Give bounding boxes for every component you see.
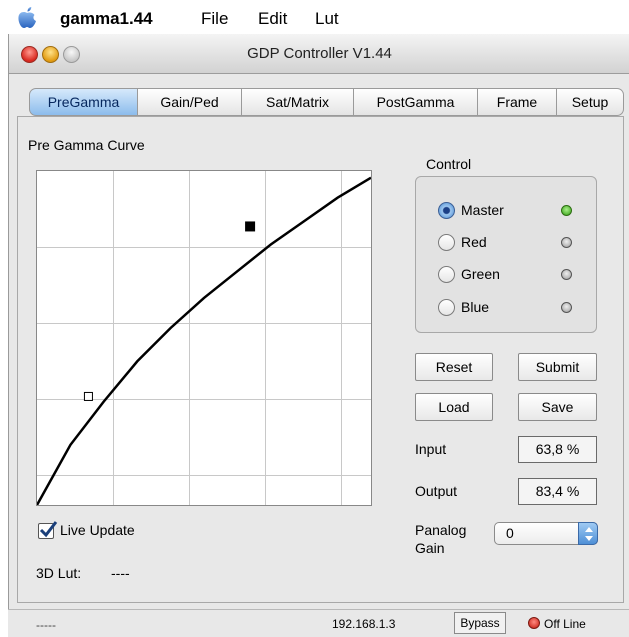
status-message: ----- — [36, 618, 56, 632]
menu-file[interactable]: File — [201, 9, 228, 29]
tab-setup[interactable]: Setup — [557, 88, 624, 116]
live-update-checkbox[interactable] — [38, 521, 58, 539]
load-button[interactable]: Load — [415, 393, 493, 421]
select-arrows-icon[interactable] — [578, 522, 598, 545]
blue-status-led-icon — [561, 302, 572, 313]
green-status-led-icon — [561, 269, 572, 280]
bypass-button[interactable]: Bypass — [454, 612, 506, 634]
curve-title: Pre Gamma Curve — [28, 137, 145, 153]
panalog-gain-value: 0 — [506, 525, 514, 541]
green-radio[interactable] — [438, 266, 455, 283]
submit-button[interactable]: Submit — [518, 353, 597, 381]
checkmark-icon — [39, 521, 58, 538]
input-value-field[interactable]: 63,8 % — [518, 436, 597, 463]
master-radio[interactable] — [438, 202, 455, 219]
app-name-menu[interactable]: gamma1.44 — [60, 9, 153, 29]
blue-label[interactable]: Blue — [461, 299, 489, 315]
output-value-field[interactable]: 83,4 % — [518, 478, 597, 505]
curve-grid — [37, 171, 371, 505]
menu-edit[interactable]: Edit — [258, 9, 287, 29]
output-label: Output — [415, 483, 458, 499]
tab-bar: PreGamma Gain/Ped Sat/Matrix PostGamma F… — [15, 88, 624, 117]
lut-label: 3D Lut: — [36, 565, 82, 581]
red-status-led-icon — [561, 237, 572, 248]
reset-button[interactable]: Reset — [415, 353, 493, 381]
input-label: Input — [415, 441, 447, 457]
window-title: GDP Controller V1.44 — [247, 45, 392, 62]
curve-handle-selected[interactable] — [245, 221, 256, 232]
panalog-gain-select[interactable]: 0 — [494, 522, 598, 545]
ip-address: 192.168.1.3 — [332, 617, 396, 631]
save-button[interactable]: Save — [518, 393, 597, 421]
green-label[interactable]: Green — [461, 266, 500, 282]
master-label[interactable]: Master — [461, 202, 504, 218]
tab-pregamma[interactable]: PreGamma — [29, 88, 138, 116]
curve-handle[interactable] — [83, 391, 93, 401]
control-group-title: Control — [426, 156, 472, 172]
menu-lut[interactable]: Lut — [315, 9, 339, 29]
gamma-curve-line[interactable] — [37, 176, 371, 505]
panalog-label-line1: Panalog — [415, 522, 467, 538]
red-label[interactable]: Red — [461, 234, 487, 250]
tab-sat-matrix[interactable]: Sat/Matrix — [242, 88, 354, 116]
tab-gain-ped[interactable]: Gain/Ped — [138, 88, 242, 116]
tab-postgamma[interactable]: PostGamma — [354, 88, 478, 116]
blue-radio[interactable] — [438, 299, 455, 316]
apple-logo-icon[interactable] — [16, 6, 38, 30]
lut-value: ---- — [111, 565, 130, 581]
live-update-label[interactable]: Live Update — [60, 522, 135, 538]
connection-status-led-icon — [528, 617, 540, 629]
menu-bar: gamma1.44 File Edit Lut — [0, 0, 629, 34]
gamma-curve-editor[interactable] — [36, 170, 372, 506]
panalog-label-line2: Gain — [415, 540, 445, 556]
red-radio[interactable] — [438, 234, 455, 251]
gamma-curve-canvas[interactable] — [37, 171, 371, 505]
panalog-gain-label: Panalog Gain — [415, 521, 485, 557]
connection-status-text: Off Line — [544, 617, 586, 631]
title-bar[interactable]: GDP Controller V1.44 — [9, 34, 629, 74]
master-status-led-icon — [561, 205, 572, 216]
tab-frame[interactable]: Frame — [478, 88, 557, 116]
